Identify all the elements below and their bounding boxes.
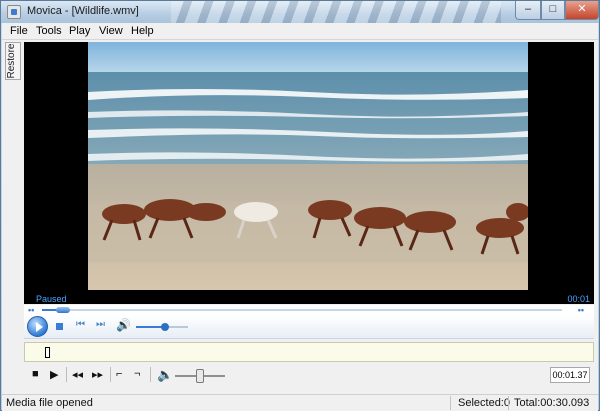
- client-area: Restore Paused 00:01 •• •• ⏮ ⏭ 🔊 ■ ▶ ◂◂ …: [2, 40, 598, 394]
- window-title: Movica - [Wildlife.wmv]: [27, 5, 139, 17]
- video-display[interactable]: Paused 00:01: [24, 42, 594, 304]
- toolbar-divider: [150, 367, 151, 382]
- playback-time: 00:01: [567, 294, 590, 304]
- mark-out-icon[interactable]: ¬: [134, 368, 140, 380]
- close-button[interactable]: ✕: [565, 1, 599, 20]
- app-window: Movica - [Wildlife.wmv] – □ ✕ File Tools…: [0, 0, 600, 411]
- play-icon[interactable]: ▶: [50, 368, 58, 381]
- stop-icon[interactable]: ■: [32, 368, 39, 380]
- horse: [354, 207, 406, 229]
- status-message: Media file opened: [6, 397, 93, 409]
- menu-help[interactable]: Help: [131, 25, 154, 37]
- maximize-button[interactable]: □: [541, 1, 565, 20]
- seek-start-icon[interactable]: ••: [28, 305, 34, 315]
- rewind-icon[interactable]: ◂◂: [72, 368, 83, 381]
- speed-slider[interactable]: [175, 369, 225, 383]
- seek-slider[interactable]: [42, 307, 562, 313]
- menu-bar: File Tools Play View Help: [2, 23, 598, 40]
- fast-forward-icon[interactable]: ▸▸: [92, 368, 103, 381]
- video-frame: [88, 42, 528, 290]
- white-horse: [234, 202, 278, 222]
- speaker-icon[interactable]: 🔊: [116, 318, 131, 332]
- status-selected: Selected:0: [458, 397, 510, 409]
- status-divider: [508, 396, 509, 410]
- sky: [88, 42, 528, 72]
- playback-state: Paused: [36, 294, 67, 304]
- menu-tools[interactable]: Tools: [36, 25, 62, 37]
- previous-icon[interactable]: ⏮: [76, 319, 85, 330]
- minimize-button[interactable]: –: [515, 1, 541, 20]
- app-icon[interactable]: [7, 5, 21, 19]
- mark-in-icon[interactable]: ⌐: [116, 368, 122, 380]
- title-bar[interactable]: Movica - [Wildlife.wmv] – □ ✕: [1, 1, 599, 23]
- seek-handle[interactable]: [56, 307, 70, 313]
- seek-bar-row: •• ••: [24, 305, 594, 315]
- restore-tab-label: Restore: [6, 43, 17, 79]
- menu-file[interactable]: File: [10, 25, 28, 37]
- status-bar: Media file opened Selected:0 Total:00:30…: [2, 394, 598, 411]
- horse: [308, 200, 352, 220]
- titlebar-background: [171, 1, 501, 23]
- play-button[interactable]: [27, 316, 48, 337]
- stop-button[interactable]: [56, 323, 63, 330]
- toolbar-divider: [66, 367, 67, 382]
- seek-end-icon[interactable]: ••: [578, 305, 584, 315]
- edit-timeline[interactable]: [24, 342, 594, 362]
- horse: [476, 218, 524, 238]
- menu-play[interactable]: Play: [69, 25, 90, 37]
- toolbar-divider: [110, 367, 111, 382]
- horse: [404, 211, 456, 233]
- volume-handle[interactable]: [161, 323, 169, 331]
- position-time-field[interactable]: 00:01.37: [550, 367, 590, 383]
- timeline-marker[interactable]: [45, 347, 50, 358]
- volume-slider[interactable]: [136, 323, 188, 331]
- mute-icon[interactable]: 🔈: [157, 367, 173, 383]
- horse: [186, 203, 226, 221]
- status-total: Total:00:30.093: [514, 397, 590, 409]
- status-divider: [450, 396, 451, 410]
- edit-toolbar: ■ ▶ ◂◂ ▸▸ ⌐ ¬ 🔈 00:01.37: [24, 364, 594, 386]
- restore-tab[interactable]: Restore: [5, 42, 21, 80]
- player-controls: ⏮ ⏭ 🔊: [24, 315, 594, 339]
- horse: [102, 204, 146, 224]
- menu-view[interactable]: View: [99, 25, 123, 37]
- speed-handle[interactable]: [196, 369, 204, 383]
- next-icon[interactable]: ⏭: [96, 319, 105, 330]
